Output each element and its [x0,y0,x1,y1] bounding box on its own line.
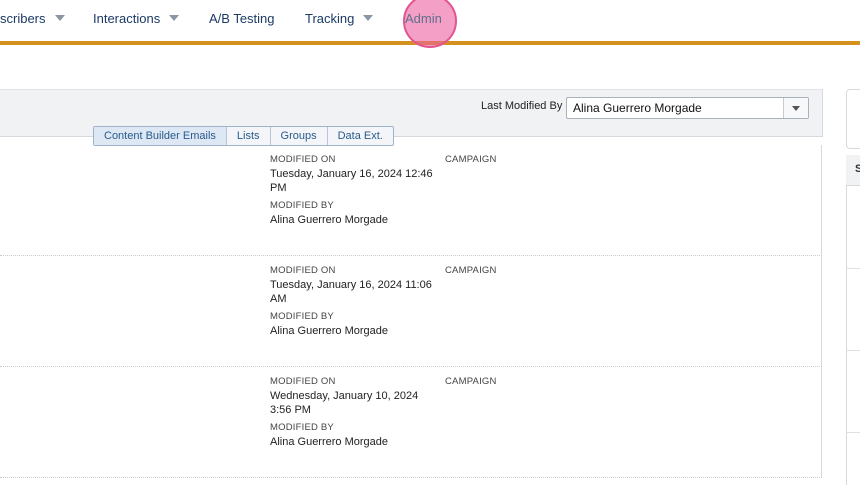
nav-interactions[interactable]: Interactions [93,11,180,29]
divider [846,432,860,433]
campaign-label: CAMPAIGN [445,154,497,165]
nav-tracking[interactable]: Tracking [305,11,374,29]
modified-on-value: Wednesday, January 10, 2024 3:56 PM [270,390,419,416]
right-panel-header: S [846,155,860,186]
modified-by-value: Alina Guerrero Morgade [270,436,389,448]
modified-by-label: MODIFIED BY [270,200,334,211]
campaign-label: CAMPAIGN [445,376,497,387]
list-item[interactable]: MODIFIED ON Wednesday, January 10, 2024 … [0,367,822,478]
modified-by-label: MODIFIED BY [270,311,334,322]
last-modified-by-value: Alina Guerrero Morgade [573,101,702,115]
modified-by-value: Alina Guerrero Morgade [270,214,389,226]
tab-content-builder-emails[interactable]: Content Builder Emails [94,127,226,145]
nav-ab-testing-label: A/B Testing [209,11,275,26]
tab-groups[interactable]: Groups [269,127,327,145]
modified-on-value: Tuesday, January 16, 2024 11:06 AM [270,279,432,305]
dropdown-arrow-icon[interactable] [783,98,808,118]
chevron-down-icon[interactable] [54,15,65,21]
modified-by-label: MODIFIED BY [270,422,334,433]
divider [846,350,860,351]
top-navigation: scribers Interactions A/B Testing Tracki… [0,0,860,48]
content-type-tabs: Content Builder Emails Lists Groups Data… [93,126,394,146]
modified-by-value: Alina Guerrero Morgade [270,325,389,337]
nav-ab-testing[interactable]: A/B Testing [209,11,275,29]
nav-admin-label: Admin [405,11,442,26]
nav-subscribers[interactable]: scribers [0,11,65,29]
list-item[interactable]: MODIFIED ON Tuesday, January 16, 2024 12… [0,145,822,256]
chevron-down-icon[interactable] [169,15,180,21]
tab-data-extensions[interactable]: Data Ext. [326,127,393,145]
right-side-panel [846,155,860,485]
modified-on-label: MODIFIED ON [270,376,336,387]
modified-on-label: MODIFIED ON [270,154,336,165]
modified-on-label: MODIFIED ON [270,265,336,276]
campaign-label: CAMPAIGN [445,265,497,276]
modified-on-value: Tuesday, January 16, 2024 12:46 PM [270,168,433,194]
chevron-down-icon[interactable] [363,15,374,21]
last-modified-by-label: Last Modified By [481,100,563,112]
tab-lists[interactable]: Lists [225,127,270,145]
list-item[interactable]: MODIFIED ON Tuesday, January 16, 2024 11… [0,256,822,367]
last-modified-by-select[interactable]: Alina Guerrero Morgade [566,97,809,119]
nav-tracking-label: Tracking [305,11,355,26]
nav-interactions-label: Interactions [93,11,161,26]
nav-admin[interactable]: Admin [405,11,442,29]
right-search-box[interactable] [846,89,860,149]
right-panel-header-label: S [855,163,860,175]
divider [846,268,860,269]
nav-subscribers-label: scribers [0,11,46,26]
